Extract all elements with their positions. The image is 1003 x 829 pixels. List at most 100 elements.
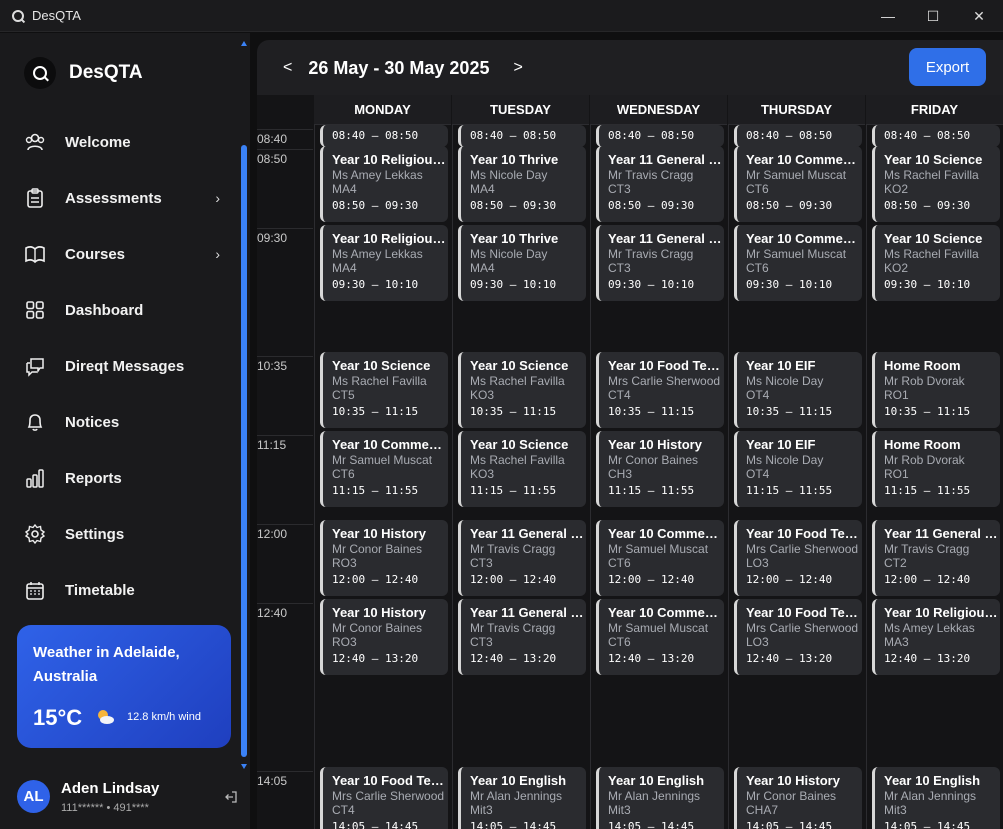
time-gridline bbox=[257, 435, 313, 436]
avatar: AL bbox=[17, 780, 50, 813]
lesson-card[interactable]: Year 10 Religious EducationMs Amey Lekka… bbox=[320, 146, 448, 222]
lesson-room: LO3 bbox=[746, 635, 769, 649]
lesson-card-short[interactable]: 08:40 – 08:50 bbox=[320, 125, 448, 147]
user-profile[interactable]: AL Aden Lindsay 111****** • 491**** bbox=[17, 778, 243, 818]
lesson-room: CT3 bbox=[470, 635, 493, 649]
lesson-card[interactable]: Year 10 Food TechnologyMrs Carlie Sherwo… bbox=[596, 352, 724, 428]
lesson-card[interactable]: Year 10 Thrive Ms Nicole Day MA4 08:50 – 09… bbox=[458, 146, 586, 222]
export-button[interactable]: Export bbox=[909, 48, 986, 86]
lesson-card[interactable]: Year 10 Food TechnologyMrs Carlie Sherwo… bbox=[734, 599, 862, 675]
lesson-card-short[interactable]: 08:40 – 08:50 bbox=[596, 125, 724, 147]
sidebar-item-dashboard[interactable]: Dashboard bbox=[24, 282, 224, 338]
lesson-card[interactable]: Year 11 General MathematicsMr Travis Cra… bbox=[458, 520, 586, 596]
lesson-subject: Year 10 Food Technology bbox=[332, 773, 446, 788]
lesson-card[interactable]: Year 11 General MathematicsMr Travis Cra… bbox=[596, 225, 724, 301]
scrollbar-thumb[interactable] bbox=[241, 145, 247, 757]
lesson-teacher: Mr Travis Cragg bbox=[470, 621, 556, 635]
sidebar-item-reports[interactable]: Reports bbox=[24, 450, 224, 506]
day-header: WEDNESDAY bbox=[590, 95, 727, 125]
sidebar-item-assessments[interactable]: Assessments › bbox=[24, 170, 224, 226]
lesson-card[interactable]: Year 10 Science Ms Rachel Favilla KO3 11:15… bbox=[458, 431, 586, 507]
lesson-card[interactable]: Year 10 History Mr Conor Baines RO3 12:00 –… bbox=[320, 520, 448, 596]
time-label: 08:40 bbox=[257, 132, 288, 146]
brand[interactable]: DesQTA bbox=[24, 57, 143, 89]
lesson-card[interactable]: Year 10 Food TechnologyMrs Carlie Sherwo… bbox=[320, 767, 448, 829]
prev-week-button[interactable]: < bbox=[283, 59, 292, 77]
lesson-room: MA3 bbox=[884, 635, 909, 649]
lesson-room: MA4 bbox=[470, 182, 495, 196]
close-button[interactable]: ✕ bbox=[956, 0, 1002, 32]
time-gridline bbox=[257, 149, 313, 150]
lesson-card[interactable]: Year 10 Religious EducationMs Amey Lekka… bbox=[320, 225, 448, 301]
sidebar-scrollbar[interactable] bbox=[241, 41, 247, 769]
chevron-right-icon[interactable]: › bbox=[215, 190, 220, 206]
lesson-card-short[interactable]: 08:40 – 08:50 bbox=[872, 125, 1000, 147]
week-navigator: < 26 May - 30 May 2025 > bbox=[283, 56, 523, 80]
chevron-right-icon[interactable]: › bbox=[215, 246, 220, 262]
lesson-card[interactable]: Year 10 English Mr Alan Jennings Mit3 14:05… bbox=[872, 767, 1000, 829]
sidebar-item-timetable[interactable]: Timetable bbox=[24, 562, 224, 618]
scroll-up-icon[interactable] bbox=[241, 41, 247, 46]
lesson-card[interactable]: Year 10 Science Ms Rachel Favilla CT5 10:35… bbox=[320, 352, 448, 428]
lesson-time: 14:05 – 14:45 bbox=[608, 820, 695, 829]
lesson-time: 14:05 – 14:45 bbox=[746, 820, 833, 829]
book-icon bbox=[24, 243, 46, 265]
lesson-card[interactable]: Year 11 General MathematicsMr Travis Cra… bbox=[596, 146, 724, 222]
sidebar-item-courses[interactable]: Courses › bbox=[24, 226, 224, 282]
lesson-teacher: Ms Amey Lekkas bbox=[332, 168, 423, 182]
lesson-teacher: Mr Samuel Muscat bbox=[746, 168, 847, 182]
sidebar-item-settings[interactable]: Settings bbox=[24, 506, 224, 562]
lesson-card[interactable]: Year 10 Food TechnologyMrs Carlie Sherwo… bbox=[734, 520, 862, 596]
lesson-card[interactable]: Year 10 English Mr Alan Jennings Mit3 14:05… bbox=[458, 767, 586, 829]
lesson-subject: Year 10 Science bbox=[884, 231, 983, 246]
sidebar-item-direqt-messages[interactable]: Direqt Messages bbox=[24, 338, 224, 394]
lesson-card[interactable]: Year 10 English Mr Alan Jennings Mit3 14:05… bbox=[596, 767, 724, 829]
lesson-card[interactable]: Year 10 Thrive Ms Nicole Day MA4 09:30 – 10… bbox=[458, 225, 586, 301]
lesson-subject: Year 10 History bbox=[332, 526, 426, 541]
lesson-room: CT2 bbox=[884, 556, 907, 570]
time-label: 14:05 bbox=[257, 774, 288, 788]
logout-icon[interactable] bbox=[224, 790, 238, 804]
lesson-time: 08:50 – 09:30 bbox=[746, 199, 833, 212]
lesson-teacher: Mr Travis Cragg bbox=[608, 247, 694, 261]
sidebar-item-notices[interactable]: Notices bbox=[24, 394, 224, 450]
lesson-card[interactable]: Year 10 Religious EducationMs Amey Lekka… bbox=[872, 599, 1000, 675]
lesson-room: RO1 bbox=[884, 467, 909, 481]
lesson-card-short[interactable]: 08:40 – 08:50 bbox=[734, 125, 862, 147]
lesson-card[interactable]: Year 10 Commerce Mr Samuel Muscat CT6 12:40… bbox=[596, 599, 724, 675]
lesson-card[interactable]: Year 10 History Mr Conor Baines CH3 11:15 –… bbox=[596, 431, 724, 507]
lesson-card[interactable]: Year 10 Science Ms Rachel Favilla KO3 10:35… bbox=[458, 352, 586, 428]
lesson-card[interactable]: Year 10 History Mr Conor Baines RO3 12:40 –… bbox=[320, 599, 448, 675]
lesson-time: 09:30 – 10:10 bbox=[746, 278, 833, 291]
lesson-card-short[interactable]: 08:40 – 08:50 bbox=[458, 125, 586, 147]
time-gridline bbox=[257, 129, 313, 130]
lesson-card[interactable]: Year 10 Science Ms Rachel Favilla KO2 08:50… bbox=[872, 146, 1000, 222]
lesson-room: CT5 bbox=[332, 388, 355, 402]
lesson-room: CT3 bbox=[470, 556, 493, 570]
timetable-grid: 08:40 08:50 09:30 10:35 11:15 12:00 12:40 14:05… bbox=[257, 95, 1003, 829]
lesson-card[interactable]: Year 10 Science Ms Rachel Favilla KO2 09:30… bbox=[872, 225, 1000, 301]
lesson-room: OT4 bbox=[746, 388, 770, 402]
sidebar-item-welcome[interactable]: Welcome bbox=[24, 114, 224, 170]
minimize-button[interactable]: — bbox=[865, 0, 911, 32]
lesson-card[interactable]: Year 11 General MathematicsMr Travis Cra… bbox=[458, 599, 586, 675]
lesson-card[interactable]: Year 10 Commerce Mr Samuel Muscat CT6 12:00… bbox=[596, 520, 724, 596]
lesson-room: OT4 bbox=[746, 467, 770, 481]
lesson-time: 14:05 – 14:45 bbox=[884, 820, 971, 829]
scroll-down-icon[interactable] bbox=[241, 764, 247, 769]
next-week-button[interactable]: > bbox=[513, 59, 522, 77]
lesson-card[interactable]: Home Room Mr Rob Dvorak RO1 10:35 – 11:15 bbox=[872, 352, 1000, 428]
lesson-card[interactable]: Year 10 History Mr Conor Baines CHA7 14:05 … bbox=[734, 767, 862, 829]
lesson-card[interactable]: Year 11 General MathematicsMr Travis Cra… bbox=[872, 520, 1000, 596]
lesson-card[interactable]: Year 10 Commerce Mr Samuel Muscat CT6 11:15… bbox=[320, 431, 448, 507]
lesson-card[interactable]: Year 10 EIF Ms Nicole Day OT4 10:35 – 11:15 bbox=[734, 352, 862, 428]
lesson-teacher: Mr Rob Dvorak bbox=[884, 453, 965, 467]
lesson-card[interactable]: Home Room Mr Rob Dvorak RO1 11:15 – 11:55 bbox=[872, 431, 1000, 507]
lesson-teacher: Mr Alan Jennings bbox=[884, 789, 977, 803]
lesson-card[interactable]: Year 10 Commerce Mr Samuel Muscat CT6 09:30… bbox=[734, 225, 862, 301]
lesson-card[interactable]: Year 10 EIF Ms Nicole Day OT4 11:15 – 11:55 bbox=[734, 431, 862, 507]
lesson-card[interactable]: Year 10 Commerce Mr Samuel Muscat CT6 08:50… bbox=[734, 146, 862, 222]
lesson-room: CT6 bbox=[746, 182, 769, 196]
lesson-subject: Year 11 General Mathematics bbox=[470, 526, 584, 541]
maximize-button[interactable]: ☐ bbox=[910, 0, 956, 32]
